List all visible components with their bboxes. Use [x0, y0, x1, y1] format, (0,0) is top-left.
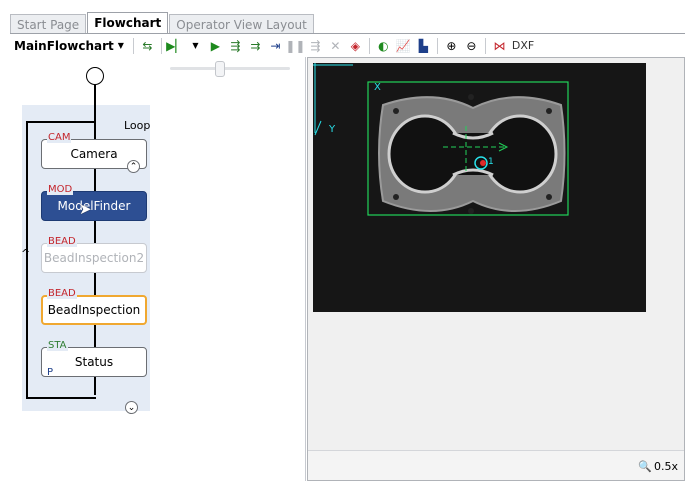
flowchart-toolbar: MainFlowchart ▼ ⇆ ▶▏ ▼ ▶ ⇶ ⇉ ⇥ ❚❚ ⇶ ✕ ◈ … — [10, 33, 685, 57]
collapse-icon[interactable]: ⌃ — [127, 160, 140, 173]
axis-tick — [314, 120, 322, 136]
dxf-import-icon[interactable]: ⋈ — [491, 37, 508, 54]
step-into-icon[interactable]: ⇶ — [227, 37, 244, 54]
loop-arrow-up-icon: ^ — [21, 247, 31, 260]
toggle-overlay-icon[interactable]: ◐ — [375, 37, 392, 54]
break-icon[interactable]: ⇶ — [307, 37, 324, 54]
step-over-icon[interactable]: ⇉ — [247, 37, 264, 54]
zoom-slider-thumb[interactable] — [215, 61, 225, 77]
flow-node-status[interactable]: Status P — [41, 347, 147, 378]
image-viewer[interactable]: X Y 1 🔍 0.5x — [307, 57, 685, 481]
zoom-out-icon[interactable]: ⊖ — [463, 37, 480, 54]
node-tag: BEAD — [47, 288, 77, 299]
flow-node-beadinspection2[interactable]: BeadInspection2 — [41, 243, 147, 273]
breakpoint-icon[interactable]: ◈ — [347, 37, 364, 54]
node-label: Camera — [70, 147, 118, 161]
play-icon[interactable]: ▶ — [207, 37, 224, 54]
loop-connector-top — [26, 121, 96, 123]
chart-icon[interactable]: 📈 — [395, 37, 412, 54]
node-label: BeadInspection2 — [43, 251, 145, 265]
dxf-label[interactable]: DXF — [512, 39, 534, 52]
tab-operator-view-layout[interactable]: Operator View Layout — [169, 14, 314, 33]
flow-node-camera[interactable]: Camera ⌃ — [41, 139, 147, 173]
node-label: BeadInspection — [47, 303, 141, 317]
zoom-indicator[interactable]: 🔍 0.5x — [638, 460, 678, 473]
pause-icon[interactable]: ❚❚ — [285, 37, 305, 54]
part-left-hole — [387, 114, 463, 194]
model-origin-dot — [480, 160, 486, 166]
part-bolt-hole — [468, 94, 474, 100]
node-tag: MOD — [47, 184, 74, 195]
part-bolt-hole — [393, 194, 399, 200]
mouse-cursor-icon: ➤ — [79, 200, 92, 218]
zoom-level: 0.5x — [653, 460, 678, 473]
flow-node-beadinspection[interactable]: BeadInspection — [41, 295, 147, 325]
tab-flowchart[interactable]: Flowchart — [87, 12, 169, 33]
toolbar-separator — [368, 37, 370, 54]
stop-icon[interactable]: ✕ — [327, 37, 344, 54]
flow-node-modelfinder[interactable]: ModelFinder — [41, 191, 147, 221]
expand-icon[interactable]: ⌄ — [125, 401, 138, 414]
start-node[interactable] — [86, 67, 104, 85]
toolbar-separator — [436, 37, 438, 54]
loop-connector-left — [26, 121, 28, 399]
toolbar-separator — [132, 37, 134, 54]
y-axis-label: Y — [329, 124, 336, 135]
part-bolt-hole — [468, 208, 474, 214]
node-label: ModelFinder — [57, 199, 131, 213]
flowchart-select-value: MainFlowchart — [14, 38, 114, 53]
step-out-icon[interactable]: ⇥ — [267, 37, 284, 54]
node-tag: BEAD — [47, 236, 77, 247]
part-bolt-hole — [393, 108, 399, 114]
zoom-slider-track[interactable] — [170, 67, 290, 70]
add-step-icon[interactable]: ⇆ — [139, 37, 156, 54]
toolbar-separator — [484, 37, 486, 54]
chevron-down-icon: ▼ — [117, 41, 124, 50]
histogram-icon[interactable]: ▙ — [415, 37, 432, 54]
part-bolt-hole — [546, 108, 552, 114]
loop-connector-bottom — [26, 397, 96, 399]
loop-label: Loop — [124, 119, 151, 132]
tab-start-page[interactable]: Start Page — [10, 14, 87, 33]
part-bolt-hole — [546, 194, 552, 200]
node-tag: CAM — [47, 132, 72, 143]
camera-image[interactable]: X Y 1 — [313, 63, 646, 312]
node-tag: STA — [47, 340, 68, 351]
node-corner-label: P — [47, 367, 54, 378]
magnifier-icon: 🔍 — [638, 460, 652, 473]
part-right-hole — [482, 114, 558, 194]
model-index-label: 1 — [488, 157, 494, 167]
document-tabs: Start Page Flowchart Operator View Layou… — [10, 12, 315, 33]
viewer-status-bar: 🔍 0.5x — [308, 450, 684, 480]
image-overlay — [313, 63, 569, 216]
flowchart-canvas[interactable]: Loop ^ Camera ⌃ CAM ModelFinder MOD ➤ Be… — [10, 57, 306, 481]
run-once-icon[interactable]: ▶▏ — [166, 37, 184, 54]
zoom-in-icon[interactable]: ⊕ — [443, 37, 460, 54]
node-label: Status — [74, 355, 114, 369]
x-axis-label: X — [374, 82, 381, 93]
flowchart-select[interactable]: MainFlowchart ▼ — [14, 39, 124, 53]
run-dropdown-icon[interactable]: ▼ — [187, 37, 204, 54]
toolbar-separator — [160, 37, 162, 54]
